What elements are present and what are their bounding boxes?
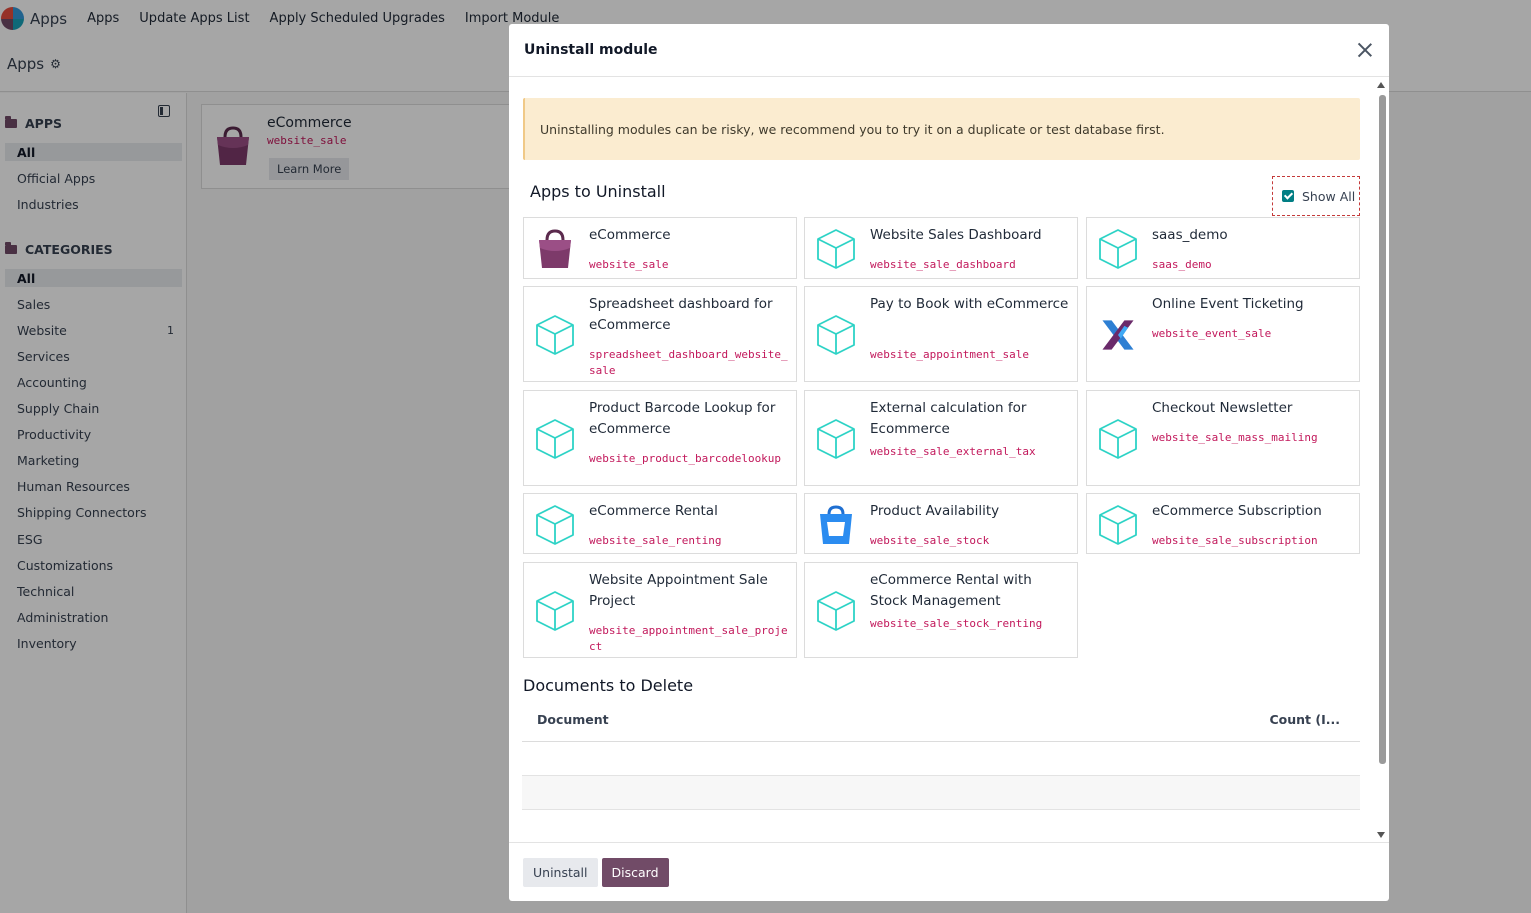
module-technical-name: website_sale_renting: [589, 534, 722, 547]
module-technical-name: website_sale_stock: [870, 534, 990, 547]
scroll-up-icon[interactable]: [1377, 82, 1385, 88]
module-technical-name: website_sale_subscription: [1152, 534, 1318, 547]
module-technical-name: website_sale_stock_renting: [870, 617, 1043, 630]
module-card[interactable]: Pay to Book with eCommerce website_appoin…: [804, 286, 1078, 382]
module-card[interactable]: Website Sales Dashboard website_sale_dash…: [804, 217, 1078, 279]
module-card[interactable]: eCommerce Subscription website_sale_subsc…: [1086, 493, 1360, 554]
module-cube-icon: [1097, 228, 1139, 270]
module-technical-name: website_product_barcodelookup: [589, 452, 782, 465]
ecommerce-bag-icon: [534, 228, 576, 270]
module-technical-name: website_event_sale: [1152, 327, 1272, 340]
show-all-checkbox[interactable]: [1282, 190, 1294, 202]
module-technical-name: website_sale_dashboard: [870, 258, 1016, 271]
module-name: saas_demo: [1152, 227, 1228, 243]
module-cube-icon: [534, 418, 576, 460]
table-row: [522, 810, 1360, 842]
table-row: [522, 776, 1360, 810]
module-name: Product Barcode Lookup for eCommerce: [589, 400, 776, 437]
module-name: Website Sales Dashboard: [870, 227, 1042, 243]
show-all-label: Show All: [1302, 188, 1356, 204]
module-name: eCommerce Rental: [589, 503, 718, 519]
column-count[interactable]: Count (I...: [1270, 712, 1341, 727]
module-cube-icon: [815, 314, 857, 356]
modal-header: Uninstall module: [509, 24, 1389, 77]
module-cube-icon: [1097, 504, 1139, 546]
uninstall-module-dialog: Uninstall module Uninstalling modules ca…: [509, 24, 1389, 901]
module-name: Product Availability: [870, 503, 1000, 519]
module-technical-name: spreadsheet_dashboard_website_sale: [589, 348, 788, 377]
module-card[interactable]: External calculation for Ecommerce websit…: [804, 390, 1078, 486]
event-ticketing-icon: [1097, 314, 1139, 356]
module-card[interactable]: eCommerce Rental website_sale_renting: [523, 493, 797, 554]
module-card[interactable]: Online Event Ticketing website_event_sale: [1086, 286, 1360, 382]
scrollbar-thumb[interactable]: [1379, 95, 1386, 764]
module-name: eCommerce Rental with Stock Management: [870, 572, 1032, 609]
module-card[interactable]: saas_demo saas_demo: [1086, 217, 1360, 279]
module-name: Pay to Book with eCommerce: [870, 296, 1069, 312]
module-technical-name: saas_demo: [1152, 258, 1212, 271]
module-name: External calculation for Ecommerce: [870, 400, 1027, 437]
module-cube-icon: [815, 228, 857, 270]
documents-table: Document Count (I...: [522, 698, 1360, 842]
module-cube-icon: [815, 418, 857, 460]
module-card[interactable]: Checkout Newsletter website_sale_mass_mai…: [1086, 390, 1360, 486]
scroll-down-icon[interactable]: [1377, 832, 1385, 838]
module-technical-name: website_appointment_sale_project: [589, 624, 788, 653]
documents-table-header: Document Count (I...: [522, 698, 1360, 742]
inventory-box-icon: [815, 504, 857, 546]
column-document[interactable]: Document: [537, 712, 609, 727]
modal-title: Uninstall module: [524, 42, 658, 58]
module-card[interactable]: Spreadsheet dashboard for eCommerce sprea…: [523, 286, 797, 382]
module-name: eCommerce: [589, 227, 671, 243]
modal-body: Uninstalling modules can be risky, we re…: [509, 78, 1389, 842]
table-row: [522, 742, 1360, 776]
module-card[interactable]: Product Availability website_sale_stock: [804, 493, 1078, 554]
discard-button[interactable]: Discard: [601, 857, 669, 887]
module-name: Website Appointment Sale Project: [589, 572, 768, 609]
module-technical-name: website_sale_mass_mailing: [1152, 431, 1318, 444]
module-technical-name: website_appointment_sale: [870, 348, 1029, 361]
module-card[interactable]: Website Appointment Sale Project website_…: [523, 562, 797, 658]
module-technical-name: website_sale_external_tax: [870, 445, 1036, 458]
module-cube-icon: [815, 590, 857, 632]
module-technical-name: website_sale: [589, 258, 669, 271]
warning-alert: Uninstalling modules can be risky, we re…: [523, 98, 1360, 160]
show-all-toggle[interactable]: Show All: [1272, 176, 1360, 216]
modal-footer: Uninstall Discard: [509, 842, 1389, 901]
uninstall-button[interactable]: Uninstall: [523, 857, 598, 887]
documents-to-delete-title: Documents to Delete: [523, 676, 694, 695]
close-icon[interactable]: [1355, 40, 1375, 60]
module-name: eCommerce Subscription: [1152, 503, 1322, 519]
module-card[interactable]: eCommerce website_sale: [523, 217, 797, 279]
module-cube-icon: [1097, 418, 1139, 460]
module-cube-icon: [534, 314, 576, 356]
module-card[interactable]: eCommerce Rental with Stock Management we…: [804, 562, 1078, 658]
apps-to-uninstall-title: Apps to Uninstall: [530, 182, 666, 201]
module-cube-icon: [534, 504, 576, 546]
module-name: Checkout Newsletter: [1152, 400, 1293, 416]
module-name: Online Event Ticketing: [1152, 296, 1304, 312]
module-cube-icon: [534, 590, 576, 632]
module-name: Spreadsheet dashboard for eCommerce: [589, 296, 773, 333]
module-card[interactable]: Product Barcode Lookup for eCommerce webs…: [523, 390, 797, 486]
